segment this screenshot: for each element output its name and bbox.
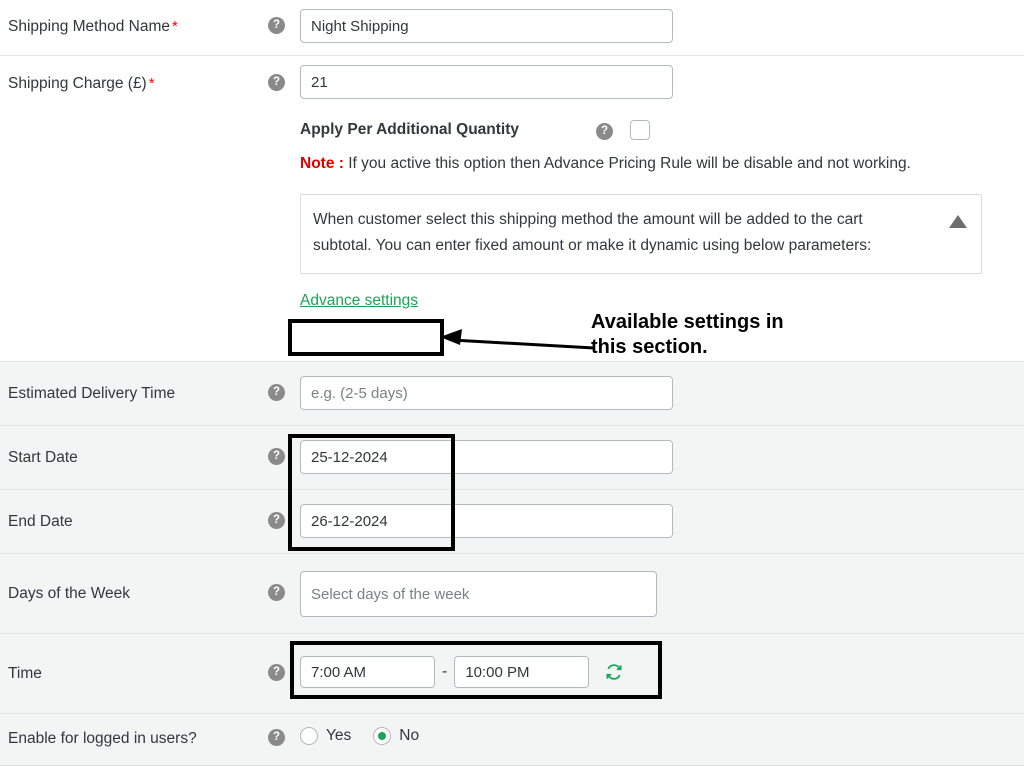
label-start-date: Start Date	[8, 449, 78, 466]
label-shipping-charge: Shipping Charge (£) *	[0, 56, 262, 94]
help-circle-icon[interactable]: ?	[268, 729, 285, 746]
row-time: Time ? -	[0, 634, 1024, 714]
logged-in-users-radio-group: Yes No	[300, 727, 1024, 745]
required-asterisk: *	[172, 18, 178, 35]
help-cell: ?	[596, 121, 630, 140]
field-cell	[300, 426, 1024, 474]
estimated-delivery-time-input[interactable]	[300, 376, 673, 410]
note-prefix: Note :	[300, 155, 344, 172]
help-cell: ?	[262, 0, 300, 34]
label-text: Shipping Method Name	[8, 18, 170, 35]
time-range-controls: -	[300, 656, 1024, 688]
info-box-text: When customer select this shipping metho…	[313, 211, 872, 254]
radio-no[interactable]	[373, 727, 392, 745]
row-enable-for-logged-in-users: Enable for logged in users? ? Yes No	[0, 714, 1024, 766]
advance-settings-link[interactable]: Advance settings	[300, 292, 418, 309]
label-time: Time	[8, 665, 42, 682]
radio-yes[interactable]	[300, 727, 318, 745]
caret-up-icon[interactable]	[949, 215, 967, 228]
radio-yes-label: Yes	[326, 727, 352, 744]
refresh-icon[interactable]	[603, 661, 625, 683]
apply-per-additional-quantity-row: Apply Per Additional Quantity ?	[300, 120, 1024, 140]
label-estimated-delivery-time: Estimated Delivery Time	[8, 385, 176, 402]
shipping-charge-input[interactable]	[300, 65, 673, 99]
help-circle-icon[interactable]: ?	[268, 664, 285, 681]
row-estimated-delivery-time: Estimated Delivery Time ?	[0, 362, 1024, 426]
apply-per-additional-quantity-checkbox[interactable]	[630, 120, 650, 140]
time-range-separator: -	[442, 663, 448, 680]
shipping-charge-info-box: When customer select this shipping metho…	[300, 194, 982, 274]
help-cell: ?	[262, 554, 300, 601]
label-days-of-the-week: Days of the Week	[8, 585, 131, 602]
time-end-input[interactable]	[454, 656, 590, 688]
help-circle-icon[interactable]: ?	[268, 384, 285, 401]
field-cell	[300, 554, 1024, 617]
help-cell: ?	[262, 362, 300, 401]
row-shipping-method-name: Shipping Method Name * ?	[0, 0, 1024, 56]
help-cell: ?	[262, 490, 300, 529]
shipping-method-settings-form: Shipping Method Name* ? Shipping Charge …	[0, 0, 1024, 766]
field-cell: -	[300, 634, 1024, 688]
help-circle-icon[interactable]: ?	[268, 448, 285, 465]
callout-line-1: Available settings in	[591, 311, 784, 333]
label-shipping-method-name: Shipping Method Name *	[0, 0, 262, 37]
annotation-callout-text: Available settings in this section.	[591, 310, 851, 360]
help-cell: ?	[262, 634, 300, 681]
shipping-method-name-input[interactable]	[300, 9, 673, 43]
label-enable-for-logged-in-users: Enable for logged in users?	[8, 730, 197, 747]
radio-no-label: No	[399, 727, 420, 744]
help-cell: ?	[262, 714, 300, 746]
help-cell: ?	[262, 426, 300, 465]
help-circle-icon[interactable]: ?	[268, 74, 285, 91]
help-circle-icon[interactable]: ?	[268, 17, 285, 34]
row-days-of-the-week: Days of the Week ?	[0, 554, 1024, 634]
apply-per-quantity-note: Note : If you active this option then Ad…	[300, 154, 1024, 174]
field-cell: Yes No	[300, 714, 1024, 745]
row-end-date: End Date ?	[0, 490, 1024, 554]
row-start-date: Start Date ?	[0, 426, 1024, 490]
row-shipping-charge: Shipping Charge (£)* ? Apply Per Additio…	[0, 56, 1024, 362]
required-asterisk: *	[148, 75, 155, 92]
label-text: Shipping Charge (£)	[8, 75, 147, 92]
help-cell: ?	[262, 56, 300, 91]
help-circle-icon[interactable]: ?	[268, 584, 285, 601]
advance-settings-link-wrapper: Advance settings	[300, 292, 1024, 310]
days-of-the-week-input[interactable]	[300, 571, 657, 617]
apply-per-additional-quantity-label: Apply Per Additional Quantity	[300, 121, 520, 138]
callout-line-2: this section.	[591, 336, 708, 358]
field-cell	[300, 0, 1024, 43]
help-circle-icon[interactable]: ?	[596, 122, 613, 140]
label-end-date: End Date	[8, 513, 73, 530]
end-date-input[interactable]	[300, 504, 673, 538]
time-start-input[interactable]	[300, 656, 435, 688]
field-cell	[300, 490, 1024, 538]
field-cell: Apply Per Additional Quantity ? Note : I…	[300, 56, 1024, 310]
field-cell	[300, 362, 1024, 410]
note-text: If you active this option then Advance P…	[348, 155, 911, 172]
help-circle-icon[interactable]: ?	[268, 512, 285, 529]
start-date-input[interactable]	[300, 440, 673, 474]
